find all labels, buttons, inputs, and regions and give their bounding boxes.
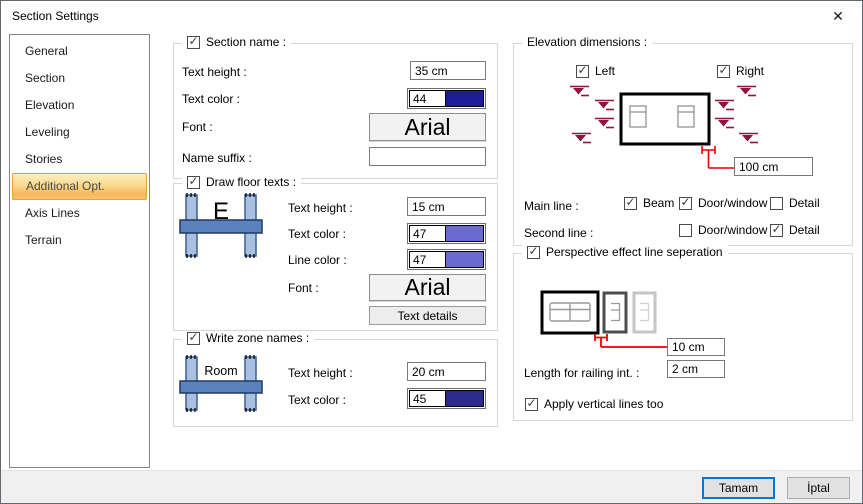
section-name-text-color-picker[interactable]: 44	[407, 88, 486, 109]
section-name-font-button[interactable]: Arial	[369, 113, 486, 141]
floor-texts-text-color-picker[interactable]: 47	[407, 223, 486, 244]
name-suffix-label: Name suffix :	[182, 151, 252, 165]
window-title: Section Settings	[12, 9, 99, 23]
text-color-label: Text color :	[182, 92, 240, 106]
group-zone-names-title: Write zone names :	[206, 331, 309, 345]
floor-texts-line-color-picker[interactable]: 47	[407, 249, 486, 270]
zone-names-checkbox[interactable]: ✓	[187, 332, 200, 345]
ok-button[interactable]: Tamam	[702, 477, 775, 499]
sidebar-item-elevation[interactable]: Elevation	[12, 92, 147, 119]
group-section-name: ✓ Section name : Text height : Text colo…	[173, 43, 498, 179]
group-section-name-title: Section name :	[206, 35, 286, 49]
group-zone-names-legend: ✓ Write zone names :	[182, 331, 314, 345]
font-label: Font :	[288, 281, 319, 295]
color-number: 44	[409, 90, 446, 107]
color-number: 45	[409, 390, 446, 407]
group-perspective: ✓ Perspective effect line seperation Len…	[513, 253, 853, 421]
second-line-detail-checkbox[interactable]: ✓ Detail	[770, 223, 820, 237]
sidebar-item-terrain[interactable]: Terrain	[12, 227, 147, 254]
main-line-label: Main line :	[524, 199, 579, 213]
railing-length-label: Length for railing int. :	[524, 366, 639, 380]
sidebar-item-axis-lines[interactable]: Axis Lines	[12, 200, 147, 227]
color-swatch	[446, 225, 484, 242]
floor-texts-text-height-input[interactable]	[407, 197, 486, 216]
left-checkbox[interactable]: ✓ Left	[576, 64, 615, 78]
zone-section-icon: Room	[179, 355, 264, 413]
sidebar-item-leveling[interactable]: Leveling	[12, 119, 147, 146]
text-color-label: Text color :	[288, 393, 346, 407]
floor-texts-checkbox[interactable]: ✓	[187, 176, 200, 189]
level-symbol: E	[213, 198, 229, 225]
color-number: 47	[409, 225, 446, 242]
dimension-leader-line	[702, 146, 734, 168]
zone-names-text-color-picker[interactable]: 45	[407, 388, 486, 409]
floor-section-icon: E	[179, 193, 264, 259]
font-label: Font :	[182, 120, 213, 134]
second-line-label: Second line :	[524, 226, 593, 240]
main-line-door-window-checkbox[interactable]: ✓ Door/window	[679, 196, 767, 210]
sidebar-item-stories[interactable]: Stories	[12, 146, 147, 173]
sidebar-item-additional-opt[interactable]: Additional Opt.	[12, 173, 147, 200]
close-icon[interactable]: ✕	[822, 4, 854, 28]
main-line-beam-checkbox[interactable]: ✓ Beam	[624, 196, 674, 210]
title-bar: Section Settings ✕	[1, 1, 862, 31]
group-zone-names: ✓ Write zone names : Room Text height : …	[173, 339, 498, 427]
group-floor-texts: ✓ Draw floor texts : E Text height : Tex…	[173, 183, 498, 331]
group-elevation-dimensions-legend: Elevation dimensions :	[522, 35, 652, 49]
line-color-label: Line color :	[288, 253, 347, 267]
settings-category-list: General Section Elevation Leveling Stori…	[9, 34, 150, 468]
section-name-text-height-input[interactable]	[410, 61, 486, 80]
color-swatch	[446, 251, 484, 268]
group-elevation-dimensions-title: Elevation dimensions :	[527, 35, 647, 49]
zone-names-text-height-input[interactable]	[407, 362, 486, 381]
apply-vertical-lines-checkbox[interactable]: ✓ Apply vertical lines too	[525, 397, 663, 411]
separation-distance-input[interactable]	[667, 338, 725, 356]
building-outline	[621, 94, 709, 144]
group-floor-texts-title: Draw floor texts :	[206, 175, 296, 189]
sidebar-item-section[interactable]: Section	[12, 65, 147, 92]
sidebar-item-general[interactable]: General	[12, 38, 147, 65]
cancel-button[interactable]: İptal	[787, 477, 850, 499]
floor-texts-font-button[interactable]: Arial	[369, 274, 486, 301]
main-line-detail-checkbox[interactable]: Detail	[770, 196, 820, 210]
color-swatch	[446, 90, 484, 107]
group-elevation-dimensions: Elevation dimensions : ✓ Left ✓ Right	[513, 43, 853, 246]
second-line-door-window-checkbox[interactable]: Door/window	[679, 223, 767, 237]
separation-leader-line	[595, 334, 667, 347]
text-details-button[interactable]: Text details	[369, 306, 486, 325]
text-height-label: Text height :	[288, 366, 353, 380]
section-name-checkbox[interactable]: ✓	[187, 36, 200, 49]
color-number: 47	[409, 251, 446, 268]
text-height-label: Text height :	[288, 201, 353, 215]
right-checkbox[interactable]: ✓ Right	[717, 64, 764, 78]
text-color-label: Text color :	[288, 227, 346, 241]
group-section-name-legend: ✓ Section name :	[182, 35, 291, 49]
group-perspective-legend: ✓ Perspective effect line seperation	[522, 245, 728, 259]
zone-icon-label: Room	[204, 364, 237, 378]
railing-length-input[interactable]	[667, 360, 725, 378]
elevation-offset-input[interactable]	[734, 157, 813, 176]
section-settings-dialog: Section Settings ✕ General Section Eleva…	[0, 0, 863, 504]
name-suffix-input[interactable]	[369, 147, 486, 166]
color-swatch	[446, 390, 484, 407]
perspective-checkbox[interactable]: ✓	[527, 246, 540, 259]
group-floor-texts-legend: ✓ Draw floor texts :	[182, 175, 301, 189]
group-perspective-title: Perspective effect line seperation	[546, 245, 723, 259]
text-height-label: Text height :	[182, 65, 247, 79]
